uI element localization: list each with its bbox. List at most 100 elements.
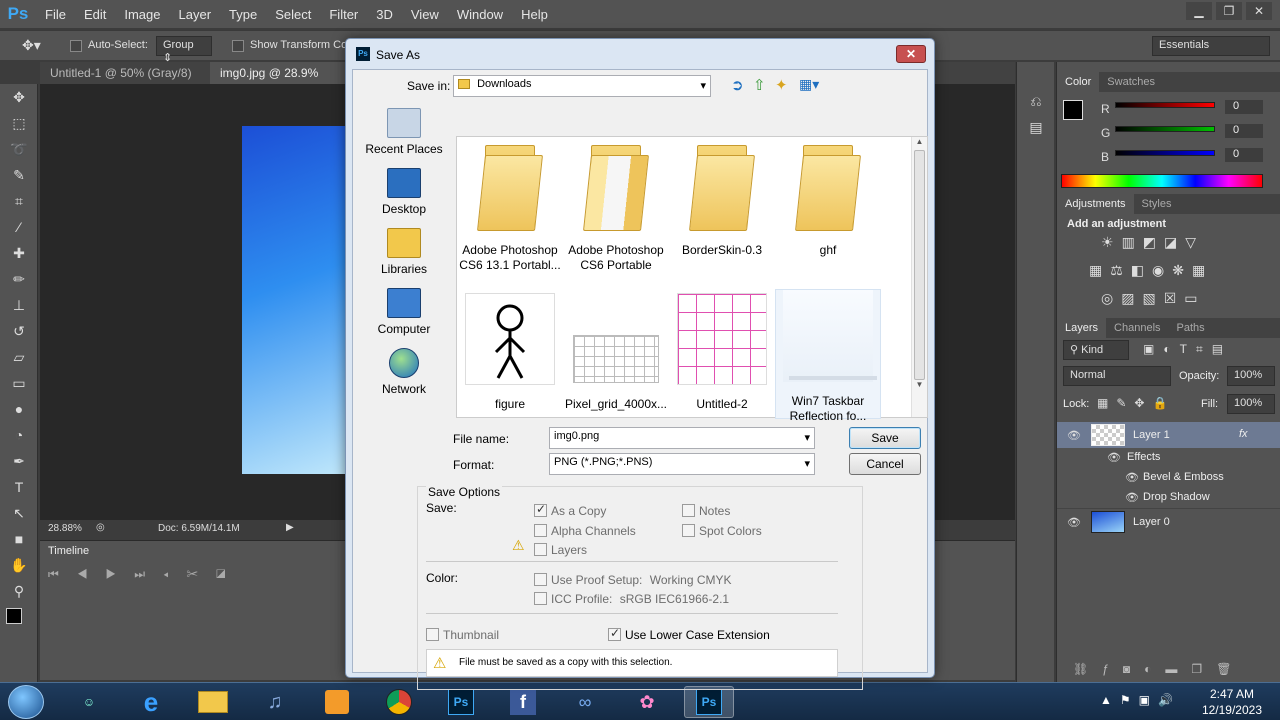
eyedropper-tool-icon[interactable]: ⁄ xyxy=(0,214,38,240)
b-slider[interactable] xyxy=(1115,150,1215,156)
new-group-icon[interactable]: ▬ xyxy=(1165,662,1191,676)
adjustment-filter-icon[interactable]: ◐ xyxy=(1163,342,1179,356)
chevron-down-icon[interactable]: ▾ xyxy=(804,431,810,444)
foreground-color-chip[interactable] xyxy=(1063,100,1083,120)
action-center-icon[interactable]: ⚑ xyxy=(1120,693,1139,707)
back-icon[interactable]: ➲ xyxy=(731,76,744,94)
layer-name[interactable]: Layer 1 xyxy=(1133,429,1170,441)
new-folder-icon[interactable]: ✦ xyxy=(775,76,788,94)
pixel-filter-icon[interactable]: ▣ xyxy=(1143,342,1163,356)
layer-row[interactable]: 👁 Layer 0 xyxy=(1057,508,1280,534)
lasso-tool-icon[interactable]: ➰ xyxy=(0,136,38,162)
save-in-dropdown[interactable]: Downloads ▾ xyxy=(453,75,711,97)
spot-colors-option[interactable]: Spot Colors xyxy=(682,523,762,538)
history-brush-tool-icon[interactable]: ↺ xyxy=(0,318,38,344)
shape-tool-icon[interactable]: ■ xyxy=(0,526,38,552)
blur-tool-icon[interactable]: ● xyxy=(0,396,38,422)
r-slider[interactable] xyxy=(1115,102,1215,108)
type-tool-icon[interactable]: T xyxy=(0,474,38,500)
menu-3d[interactable]: 3D xyxy=(367,7,402,22)
taskbar-facebook-icon[interactable]: f xyxy=(498,686,548,718)
pen-tool-icon[interactable]: ✒ xyxy=(0,448,38,474)
spot-colors-checkbox[interactable] xyxy=(682,524,695,538)
healing-brush-tool-icon[interactable]: ✚ xyxy=(0,240,38,266)
file-item[interactable]: Win7 Taskbar Reflection fo... xyxy=(775,289,881,423)
g-value[interactable]: 0 xyxy=(1225,124,1263,138)
color-balance-icon[interactable]: ⚖ xyxy=(1110,262,1131,278)
tab-layers[interactable]: Layers xyxy=(1057,318,1107,338)
layer-effects-row[interactable]: 👁 Effects xyxy=(1057,448,1280,468)
volume-icon[interactable]: 🔊 xyxy=(1158,693,1181,707)
alpha-channels-checkbox[interactable] xyxy=(534,524,547,538)
proof-setup-checkbox[interactable] xyxy=(534,573,547,587)
zoom-tool-icon[interactable]: ⚲ xyxy=(0,578,38,604)
as-a-copy-option[interactable]: As a Copy xyxy=(534,502,606,518)
dialog-titlebar[interactable]: Ps Save As ✕ xyxy=(346,39,934,69)
eye-icon[interactable]: 👁 xyxy=(1067,429,1081,442)
menu-filter[interactable]: Filter xyxy=(320,7,367,22)
history-panel-icon[interactable]: ⎌ xyxy=(1017,88,1055,114)
move-tool-icon[interactable]: ✥▾ xyxy=(22,37,41,54)
r-value[interactable]: 0 xyxy=(1225,100,1263,114)
workspace-dropdown[interactable]: Essentials xyxy=(1152,36,1270,56)
menu-file[interactable]: File xyxy=(36,7,75,22)
icc-profile-checkbox[interactable] xyxy=(534,592,547,606)
notes-option[interactable]: Notes xyxy=(682,503,730,518)
lock-position-icon[interactable]: ✥ xyxy=(1134,396,1152,410)
scroll-up-icon[interactable]: ▲ xyxy=(912,137,927,146)
menu-select[interactable]: Select xyxy=(266,7,320,22)
file-item[interactable]: figure xyxy=(457,293,563,412)
file-item[interactable]: Pixel_grid_4000x... xyxy=(563,293,669,412)
play-icon[interactable]: ▶ xyxy=(106,567,135,581)
format-dropdown[interactable]: PNG (*.PNG;*.PNS) ▾ xyxy=(549,453,815,475)
restore-icon[interactable]: ❐ xyxy=(1216,2,1242,20)
taskbar-photoshop-portable-icon[interactable]: Ps xyxy=(436,686,486,718)
transition-icon[interactable]: ◪ xyxy=(216,567,244,581)
tab-untitled-1[interactable]: Untitled-1 @ 50% (Gray/8) × xyxy=(40,62,210,102)
gradient-map-icon[interactable]: ▭ xyxy=(1184,290,1205,306)
file-item[interactable]: Untitled-2 xyxy=(669,293,775,412)
split-icon[interactable]: ✂ xyxy=(187,567,217,581)
levels-icon[interactable]: ▥ xyxy=(1122,234,1143,250)
smart-object-filter-icon[interactable]: ▤ xyxy=(1212,342,1232,356)
add-style-icon[interactable]: ƒ xyxy=(1102,662,1123,676)
eye-icon[interactable]: 👁 xyxy=(1125,471,1139,484)
taskbar-itunes-icon[interactable]: ♫ xyxy=(250,686,300,718)
status-menu-arrow-icon[interactable]: ▶ xyxy=(286,522,294,533)
taskbar-chrome-icon[interactable] xyxy=(374,686,424,718)
scrollbar-thumb[interactable] xyxy=(914,150,925,380)
layer-row[interactable]: 👁 Layer 1 fx xyxy=(1057,422,1280,448)
taskbar-infinity-icon[interactable]: ∞ xyxy=(560,686,610,718)
new-layer-icon[interactable]: ❐ xyxy=(1191,662,1216,676)
cancel-button[interactable]: Cancel xyxy=(849,453,921,475)
menu-type[interactable]: Type xyxy=(220,7,266,22)
gradient-tool-icon[interactable]: ▭ xyxy=(0,370,38,396)
foreground-color-swatch[interactable] xyxy=(6,608,22,624)
color-lookup-icon[interactable]: ▦ xyxy=(1192,262,1213,278)
place-libraries[interactable]: Libraries xyxy=(363,228,445,276)
type-filter-icon[interactable]: T xyxy=(1180,342,1196,356)
lock-all-icon[interactable]: 🔒 xyxy=(1152,396,1175,410)
eye-icon[interactable]: 👁 xyxy=(1067,516,1081,529)
photo-filter-icon[interactable]: ◉ xyxy=(1152,262,1172,278)
as-a-copy-checkbox[interactable] xyxy=(534,502,547,518)
tab-paths[interactable]: Paths xyxy=(1169,318,1213,338)
zoom-level[interactable]: 28.88% xyxy=(48,523,82,534)
lock-pixels-icon[interactable]: ✎ xyxy=(1116,396,1134,410)
taskbar-explorer-icon[interactable] xyxy=(188,686,238,718)
dodge-tool-icon[interactable]: ◔ xyxy=(0,422,38,448)
layers-option[interactable]: Layers xyxy=(534,542,587,557)
prev-frame-icon[interactable]: ◀ xyxy=(77,567,106,581)
tab-channels[interactable]: Channels xyxy=(1106,318,1168,338)
up-folder-icon[interactable]: ⇧ xyxy=(753,76,766,94)
tab-color[interactable]: Color xyxy=(1057,72,1100,92)
layer-name[interactable]: Layer 0 xyxy=(1133,516,1170,528)
notes-checkbox[interactable] xyxy=(682,504,695,518)
minimize-icon[interactable]: ▁ xyxy=(1186,2,1212,20)
path-selection-tool-icon[interactable]: ↖ xyxy=(0,500,38,526)
exposure-icon[interactable]: ◪ xyxy=(1164,234,1185,250)
show-transform-checkbox[interactable] xyxy=(232,40,244,52)
tab-swatches[interactable]: Swatches xyxy=(1099,72,1163,92)
shape-filter-icon[interactable]: ⌗ xyxy=(1196,342,1212,356)
file-item[interactable]: Adobe Photoshop CS6 Portable xyxy=(563,143,669,273)
